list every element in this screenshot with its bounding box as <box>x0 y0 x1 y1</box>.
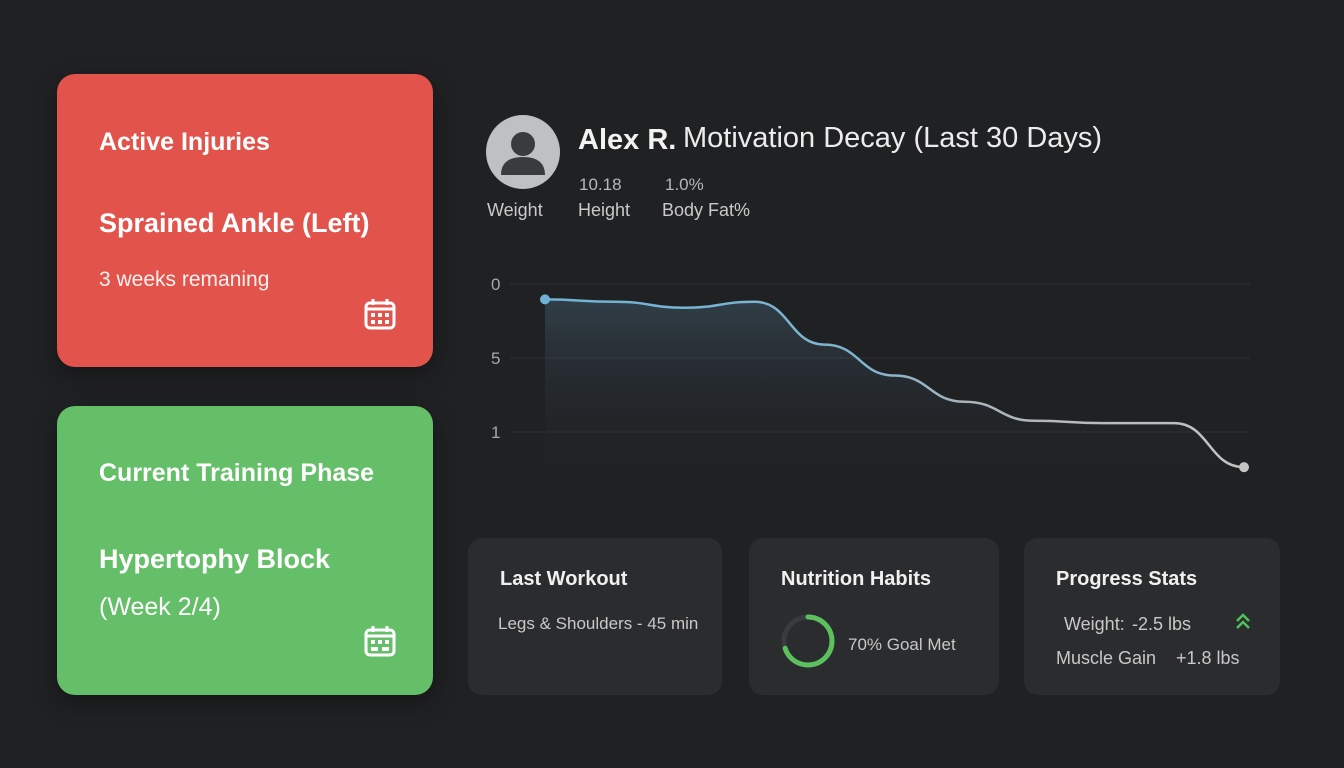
nutrition-panel[interactable]: Nutrition Habits 70% Goal Met <box>749 538 999 695</box>
progress-stats-panel[interactable]: Progress Stats Weight: -2.5 lbs Muscle G… <box>1024 538 1280 695</box>
last-workout-panel[interactable]: Last Workout Legs & Shoulders - 45 min <box>468 538 722 695</box>
nutrition-title: Nutrition Habits <box>781 568 931 590</box>
y-tick-label: 0 <box>491 275 500 294</box>
last-workout-title: Last Workout <box>500 568 628 590</box>
weight-label: Weight <box>487 200 543 220</box>
muscle-gain-value: +1.8 lbs <box>1176 648 1240 668</box>
height-value: 10.18 <box>579 175 622 194</box>
body-fat-value: 1.0% <box>665 175 704 194</box>
y-tick-label: 5 <box>491 349 500 368</box>
calendar-icon[interactable] <box>363 297 397 331</box>
chart-area <box>545 299 1244 490</box>
chart-end-point <box>1239 462 1249 473</box>
body-fat-label: Body Fat% <box>662 200 751 220</box>
calendar-icon[interactable] <box>363 624 397 658</box>
injury-name: Sprained Ankle (Left) <box>99 208 370 238</box>
training-phase-title: Current Training Phase <box>99 459 375 487</box>
weight-change-label: Weight: <box>1064 614 1125 634</box>
user-avatar-icon[interactable] <box>486 115 560 189</box>
training-phase-card[interactable]: Current Training Phase Hypertophy Block … <box>57 406 433 695</box>
double-chevron-up-icon <box>1236 613 1250 629</box>
last-workout-text: Legs & Shoulders - 45 min <box>498 614 699 633</box>
injury-remaining: 3 weeks remaning <box>99 268 270 291</box>
height-label: Height <box>578 200 631 220</box>
y-tick-label: 1 <box>491 423 500 442</box>
profile-name: Alex R. <box>578 124 677 156</box>
weight-change-value: -2.5 lbs <box>1132 614 1192 634</box>
nutrition-goal-label: 70% Goal Met <box>848 635 956 654</box>
training-week: (Week 2/4) <box>99 593 221 621</box>
chart-title: Motivation Decay (Last 30 Days) <box>683 122 1103 154</box>
progress-stats-title: Progress Stats <box>1056 568 1198 590</box>
nutrition-progress-ring <box>781 614 835 668</box>
motivation-chart: 0 5 1 <box>491 275 1250 490</box>
active-injuries-card[interactable]: Active Injuries Sprained Ankle (Left) 3 … <box>57 74 433 367</box>
muscle-gain-label: Muscle Gain <box>1056 648 1157 668</box>
chart-start-point <box>540 294 550 305</box>
injuries-title: Active Injuries <box>99 128 270 156</box>
training-block: Hypertophy Block <box>99 544 331 574</box>
